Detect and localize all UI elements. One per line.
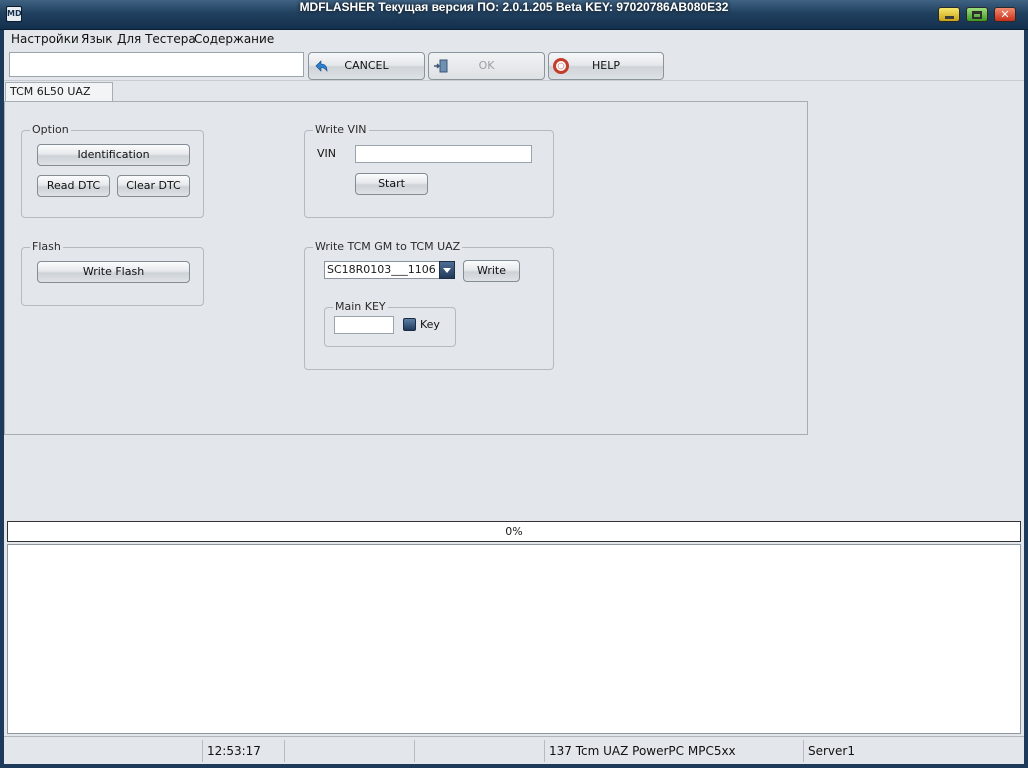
client-area: Настройки Язык Для Тестера Содержание CA…	[4, 30, 1024, 764]
clear-dtc-button[interactable]: Clear DTC	[117, 175, 190, 197]
status-cell-empty	[4, 740, 203, 762]
option-group-label: Option	[30, 123, 71, 137]
status-server: Server1	[808, 744, 855, 758]
close-button[interactable]: ✕	[994, 7, 1016, 22]
write-flash-button[interactable]: Write Flash	[37, 261, 190, 283]
main-key-group-label: Main KEY	[333, 300, 388, 314]
maximize-button[interactable]	[966, 7, 988, 22]
tab-tcm-6l50[interactable]: TCM 6L50 UAZ CAN	[5, 82, 113, 116]
firmware-select-value: SC18R0103___1106	[327, 263, 436, 276]
key-checkbox[interactable]	[403, 318, 416, 331]
write-vin-group-label: Write VIN	[313, 123, 369, 137]
write-vin-group: Write VIN VIN Start	[304, 123, 554, 218]
log-output[interactable]	[7, 544, 1021, 734]
main-key-group: Main KEY Key	[324, 300, 456, 347]
door-enter-icon	[434, 59, 448, 73]
flash-group: Flash Write Flash	[21, 240, 204, 306]
tab-panel: Option Identification Read DTC Clear DTC…	[4, 101, 808, 435]
help-button[interactable]: HELP	[548, 52, 664, 80]
minimize-icon	[945, 16, 954, 19]
read-dtc-button[interactable]: Read DTC	[37, 175, 110, 197]
identification-button[interactable]: Identification	[37, 144, 190, 166]
window-title: MDFLASHER Текущая версия ПО: 2.0.1.205 B…	[299, 0, 729, 14]
status-cell-blank	[285, 740, 415, 762]
minimize-button[interactable]	[938, 7, 960, 22]
help-button-label: HELP	[592, 59, 620, 72]
title-bar[interactable]: MD MDFLASHER Текущая версия ПО: 2.0.1.20…	[0, 0, 1028, 30]
start-button[interactable]: Start	[355, 173, 428, 195]
toolbar-separator	[4, 80, 1024, 81]
menu-tester[interactable]: Для Тестера	[117, 32, 196, 46]
status-device: 137 Tcm UAZ PowerPC MPC5xx	[545, 740, 804, 762]
option-group: Option Identification Read DTC Clear DTC	[21, 123, 204, 218]
chevron-down-icon[interactable]	[439, 261, 455, 279]
ok-button-label: OK	[478, 59, 495, 72]
app-window: MD MDFLASHER Текущая версия ПО: 2.0.1.20…	[0, 0, 1028, 768]
progress-text: 0%	[505, 525, 523, 538]
write-tcm-group-label: Write TCM GM to TCM UAZ	[313, 240, 463, 254]
status-cell-blank-2	[415, 740, 545, 762]
menu-settings[interactable]: Настройки	[11, 32, 79, 46]
status-bar: 12:53:17 137 Tcm UAZ PowerPC MPC5xx Serv…	[4, 736, 1024, 764]
status-time: 12:53:17	[203, 740, 285, 762]
main-key-input[interactable]	[334, 316, 394, 334]
write-tcm-group: Write TCM GM to TCM UAZ SC18R0103___1106…	[304, 240, 554, 370]
toolbar-input[interactable]	[9, 52, 304, 77]
menu-language[interactable]: Язык	[81, 32, 112, 46]
firmware-select[interactable]: SC18R0103___1106	[324, 261, 455, 279]
cancel-button-label: CANCEL	[344, 59, 389, 72]
close-icon: ✕	[1000, 8, 1010, 21]
back-arrow-icon	[315, 60, 328, 72]
vin-label: VIN	[317, 147, 336, 160]
vin-input[interactable]	[355, 145, 532, 163]
menu-contents[interactable]: Содержание	[194, 32, 274, 46]
cancel-button[interactable]: CANCEL	[308, 52, 425, 80]
maximize-icon	[972, 11, 982, 19]
ok-button[interactable]: OK	[428, 52, 545, 80]
menu-bar: Настройки Язык Для Тестера Содержание	[4, 30, 1024, 48]
lifebuoy-icon	[553, 58, 569, 74]
key-checkbox-label: Key	[420, 318, 440, 331]
write-button[interactable]: Write	[463, 260, 520, 282]
progress-bar: 0%	[7, 521, 1021, 542]
flash-group-label: Flash	[30, 240, 63, 254]
